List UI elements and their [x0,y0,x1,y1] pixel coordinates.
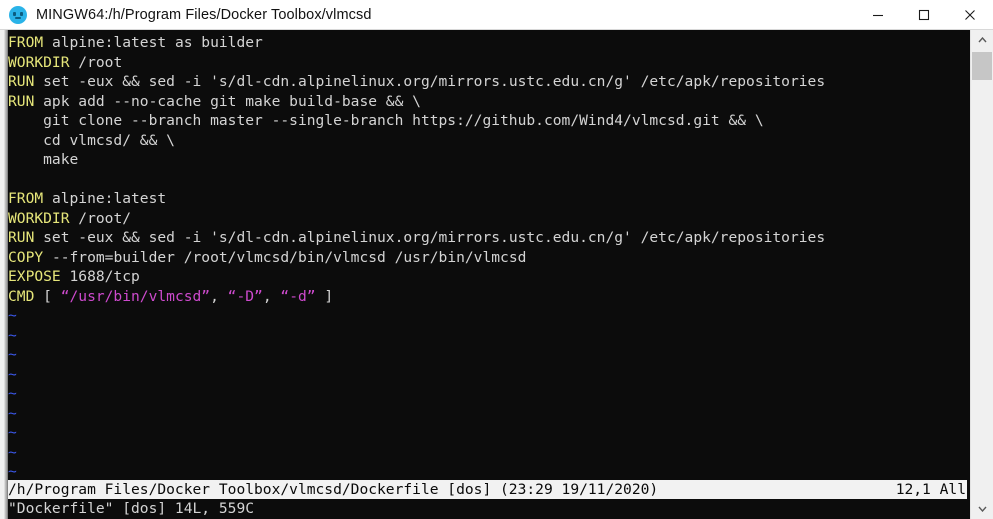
editor-span-tilde: ~ [8,385,17,402]
editor-line: make [8,150,970,170]
editor-span-kw: CMD [8,287,35,305]
maximize-icon [918,9,930,20]
editor-span-txt: set -eux && sed -i 's/dl-cdn.alpinelinux… [34,73,826,90]
editor-line: COPY --from=builder /root/vlmcsd/bin/vlm… [8,248,970,268]
editor-line: WORKDIR /root [8,53,970,73]
vim-command-line[interactable]: "Dockerfile" [dos] 14L, 559C [8,499,970,519]
editor-line: git clone --branch master --single-branc… [8,111,970,131]
editor-span-txt: /root [69,53,123,71]
editor-span-txt: , [262,287,281,305]
minimize-icon [873,14,883,16]
editor-line: cd vlmcsd/ && \ [8,131,970,151]
editor-span-txt: set -eux && sed -i 's/dl-cdn.alpinelinux… [34,229,826,246]
editor-line: ~ [8,326,970,346]
vertical-scrollbar[interactable] [970,30,993,519]
editor-span-txt: alpine:latest as builder [43,34,263,51]
editor-span-txt: apk add --no-cache git make build-base &… [34,92,421,110]
editor-line: ~ [8,423,970,443]
maximize-button[interactable] [901,0,947,29]
editor-span-tilde: ~ [8,326,17,344]
editor-span-txt: /root/ [69,209,132,227]
editor-span-txt: cd vlmcsd/ && \ [8,131,175,149]
editor-span-tilde: ~ [8,463,17,480]
editor-span-kw: FROM [8,190,44,207]
vim-status-position: 12,1 All [895,481,966,498]
terminal-left-edge [0,30,8,519]
terminal-screen[interactable]: FROM alpine:latest as builder WORKDIR /ro… [8,30,970,519]
editor-line: ~ [8,384,970,404]
window-controls [855,0,993,29]
editor-span-txt: alpine:latest [43,190,167,207]
editor-line: RUN set -eux && sed -i 's/dl-cdn.alpinel… [8,72,970,92]
vim-status-line: /h/Program Files/Docker Toolbox/vlmcsd/D… [8,480,970,499]
editor-span-kw: FROM [8,34,44,51]
editor-span-kw: RUN [8,229,35,246]
editor-line: ~ [8,443,970,463]
editor-line: FROM alpine:latest [8,189,970,209]
editor-line: RUN set -eux && sed -i 's/dl-cdn.alpinel… [8,228,970,248]
scroll-up-button[interactable] [971,30,993,50]
terminal-body[interactable]: FROM alpine:latest as builder WORKDIR /ro… [0,30,993,519]
editor-span-txt: make [8,151,79,168]
editor-span-str: “/usr/bin/vlmcsd” [60,287,211,305]
editor-span-kw: RUN [8,73,35,90]
editor-span-str: “-d” [280,287,316,305]
vim-status-file: /h/Program Files/Docker Toolbox/vlmcsd/D… [8,481,659,498]
editor-line: FROM alpine:latest as builder [8,33,970,53]
editor-span-kw: RUN [8,92,35,110]
editor-span-str: “-D” [227,287,263,305]
editor-span-kw: WORKDIR [8,53,70,71]
editor-span-kw: EXPOSE [8,268,61,285]
editor-span-tilde: ~ [8,365,17,383]
editor-span-txt: , [210,287,228,305]
editor-line: WORKDIR /root/ [8,209,970,229]
editor-line: CMD [ “/usr/bin/vlmcsd”, “-D”, “-d” ] [8,287,970,307]
minimize-button[interactable] [855,0,901,29]
close-button[interactable] [947,0,993,29]
editor-line: ~ [8,462,970,482]
editor-line: RUN apk add --no-cache git make build-ba… [8,92,970,112]
editor-line: EXPOSE 1688/tcp [8,267,970,287]
editor-span-txt: git clone --branch master --single-branc… [8,112,764,129]
scrollbar-thumb[interactable] [972,52,992,80]
editor-span-tilde: ~ [8,404,17,422]
editor-line: ~ [8,404,970,424]
editor-span-tilde: ~ [8,424,17,441]
mintty-terminal-window: MINGW64:/h/Program Files/Docker Toolbox/… [0,0,993,519]
editor-span-tilde: ~ [8,346,17,363]
editor-span-txt: ] [315,287,334,305]
editor-span-kw: COPY [8,248,44,266]
editor-span-kw: WORKDIR [8,209,70,227]
editor-span-tilde: ~ [8,443,17,461]
close-icon [965,9,975,20]
vim-text-buffer[interactable]: FROM alpine:latest as builder WORKDIR /ro… [8,33,970,519]
editor-span-txt: [ [34,287,61,305]
editor-span-tilde: ~ [8,307,17,324]
editor-span-txt: 1688/tcp [60,268,140,285]
window-titlebar[interactable]: MINGW64:/h/Program Files/Docker Toolbox/… [0,0,993,30]
editor-span-txt: --from=builder /root/vlmcsd/bin/vlmcsd /… [43,248,527,266]
chevron-up-icon [977,37,987,43]
editor-line: ~ [8,345,970,365]
editor-line: ~ [8,306,970,326]
mintty-icon [9,5,27,24]
scroll-down-button[interactable] [971,499,993,519]
editor-line: ~ [8,365,970,385]
chevron-down-icon [977,506,987,512]
window-title: MINGW64:/h/Program Files/Docker Toolbox/… [36,6,372,23]
